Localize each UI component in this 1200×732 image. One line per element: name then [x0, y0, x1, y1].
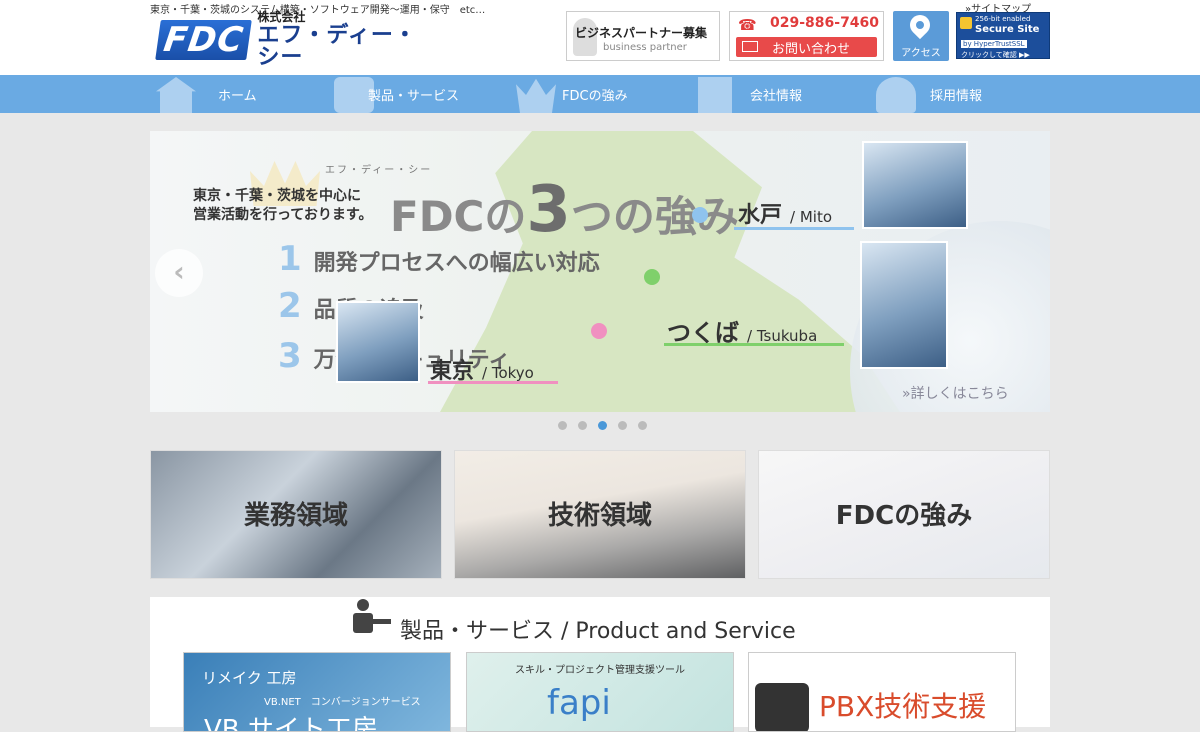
slider-dot[interactable] [578, 421, 587, 430]
city-mito-en: / Mito [790, 208, 833, 226]
crown-icon [516, 78, 556, 113]
ssl-line4: クリックして確認 ▶▶ [961, 51, 1030, 59]
tokyo-building-photo [336, 301, 420, 383]
strength-text: 開発プロセスへの幅広い対応 [313, 251, 600, 276]
hero-slider[interactable]: エフ・ディー・シー FDCの3つの強み 東京・千葉・茨城を中心に 営業活動を行っ… [150, 131, 1050, 412]
slider-dot[interactable] [558, 421, 567, 430]
phone-icon: ☎ [738, 16, 757, 34]
presenter-icon [351, 597, 391, 637]
slider-pagination [558, 421, 647, 430]
strength-number: 1 [278, 239, 302, 279]
contact-label: お問い合わせ [772, 42, 851, 57]
logo-text: 株式会社 エフ・ディー・シー [257, 11, 418, 69]
logo-corp: 株式会社 [257, 10, 306, 24]
slider-dot[interactable] [638, 421, 647, 430]
presenter-icon-svg [353, 599, 391, 633]
nav-item-home[interactable]: ホーム [150, 75, 330, 113]
people-icon [876, 77, 916, 113]
phone-number[interactable]: 029-886-7460 [770, 15, 879, 31]
mito-marker [692, 207, 708, 223]
tokyo-underline [428, 381, 558, 384]
site-header: 東京・千葉・茨城のシステム構築・ソフトウェア開発〜運用・保守 etc… FDC … [0, 0, 1200, 75]
more-details-link[interactable]: »詳しくはこちら [902, 383, 1009, 403]
tsukuba-building-photo [860, 241, 948, 369]
ssl-badge[interactable]: 256-bit enabled Secure Site by HyperTrus… [956, 12, 1050, 59]
ssl-line3: by HyperTrustSSL [961, 40, 1027, 48]
mito-underline [734, 227, 854, 230]
tile-business-area[interactable]: 業務領域 [150, 450, 442, 579]
mail-icon [742, 41, 758, 52]
main-nav: ホーム 製品・サービス FDCの強み 会社情報 採用情報 [0, 75, 1200, 113]
vb-card-line3: VB サイト工房 [204, 715, 378, 732]
strength-number: 2 [278, 286, 302, 326]
nav-label-company: 会社情報 [750, 89, 803, 104]
site-logo[interactable]: FDC 株式会社 エフ・ディー・シー [155, 11, 418, 69]
ssl-line2: Secure Site [975, 24, 1040, 35]
city-mito-ja: 水戸 [738, 203, 783, 228]
slide-title: FDCの3つの強み [390, 173, 739, 247]
nav-item-strengths[interactable]: FDCの強み [510, 75, 690, 113]
city-tokyo-en: / Tokyo [482, 364, 534, 382]
pbx-phone-icon [755, 683, 809, 731]
logo-name: エフ・ディー・シー [257, 23, 417, 70]
product-card-fapi[interactable]: スキル・プロジェクト管理支援ツール fapi [466, 652, 734, 732]
ssl-line1: 256-bit enabled [975, 15, 1031, 23]
products-section: 製品・サービス / Product and Service リメイク 工房 VB… [150, 597, 1050, 732]
contact-button[interactable]: ☎ 029-886-7460 お問い合わせ [729, 11, 884, 61]
city-mito: 水戸 / Mito [738, 197, 832, 229]
slide-desc-line1: 東京・千葉・茨城を中心に [193, 188, 361, 204]
tsukuba-underline [664, 343, 844, 346]
map-pin-icon [905, 10, 935, 40]
slider-dot-active[interactable] [598, 421, 607, 430]
access-button[interactable]: アクセス [893, 10, 949, 61]
nav-label-products: 製品・サービス [368, 89, 460, 104]
product-card-vb[interactable]: リメイク 工房 VB.NET コンバージョンサービス VB サイト工房 [183, 652, 451, 732]
mito-building-photo [862, 141, 968, 229]
nav-label-recruit: 採用情報 [930, 89, 983, 104]
tile-strengths-label: FDCの強み [835, 501, 973, 531]
house-icon [156, 77, 196, 113]
tile-business-label: 業務領域 [243, 501, 348, 531]
contact-mail-bar[interactable]: お問い合わせ [736, 37, 877, 57]
strength-number: 3 [278, 336, 302, 376]
tsukuba-marker [644, 269, 660, 285]
slide-desc-line2: 営業活動を行っております。 [193, 207, 373, 223]
slider-prev-button[interactable]: ‹ [155, 249, 203, 297]
nav-item-company[interactable]: 会社情報 [690, 75, 870, 113]
slide-title-suffix: つの強み [570, 192, 739, 241]
partner-sublabel: business partner [603, 42, 687, 53]
product-card-pbx[interactable]: PBX技術支援 [748, 652, 1016, 732]
vb-card-line2: VB.NET コンバージョンサービス [264, 697, 421, 708]
slide-description: 東京・千葉・茨城を中心に 営業活動を行っております。 [193, 187, 372, 225]
business-partner-button[interactable]: ビジネスパートナー募集 business partner [566, 11, 720, 61]
slide-title-number: 3 [526, 173, 571, 247]
logo-mark: FDC [155, 20, 253, 60]
nav-item-products[interactable]: 製品・サービス [330, 75, 510, 113]
pbx-card-label: PBX技術支援 [819, 690, 987, 723]
fapi-card-line2: fapi [547, 683, 611, 723]
tile-technology-area[interactable]: 技術領域 [454, 450, 746, 579]
strength-point-1: 1 開発プロセスへの幅広い対応 [278, 239, 600, 279]
nav-label-home: ホーム [218, 89, 257, 104]
tile-strengths[interactable]: FDCの強み [758, 450, 1050, 579]
tokyo-marker [591, 323, 607, 339]
products-title: 製品・サービス / Product and Service [400, 619, 796, 644]
nav-item-recruit[interactable]: 採用情報 [870, 75, 1050, 113]
nav-label-strengths: FDCの強み [562, 89, 628, 104]
slider-dot[interactable] [618, 421, 627, 430]
slide-title-prefix: FDCの [390, 192, 527, 241]
partner-label: ビジネスパートナー募集 [575, 26, 708, 40]
building-icon [698, 77, 732, 113]
lock-icon [960, 17, 972, 29]
fapi-card-line1: スキル・プロジェクト管理支援ツール [515, 665, 685, 676]
vb-card-line1: リメイク 工房 [202, 669, 297, 687]
access-label: アクセス [901, 48, 941, 59]
tile-technology-label: 技術領域 [547, 501, 652, 531]
